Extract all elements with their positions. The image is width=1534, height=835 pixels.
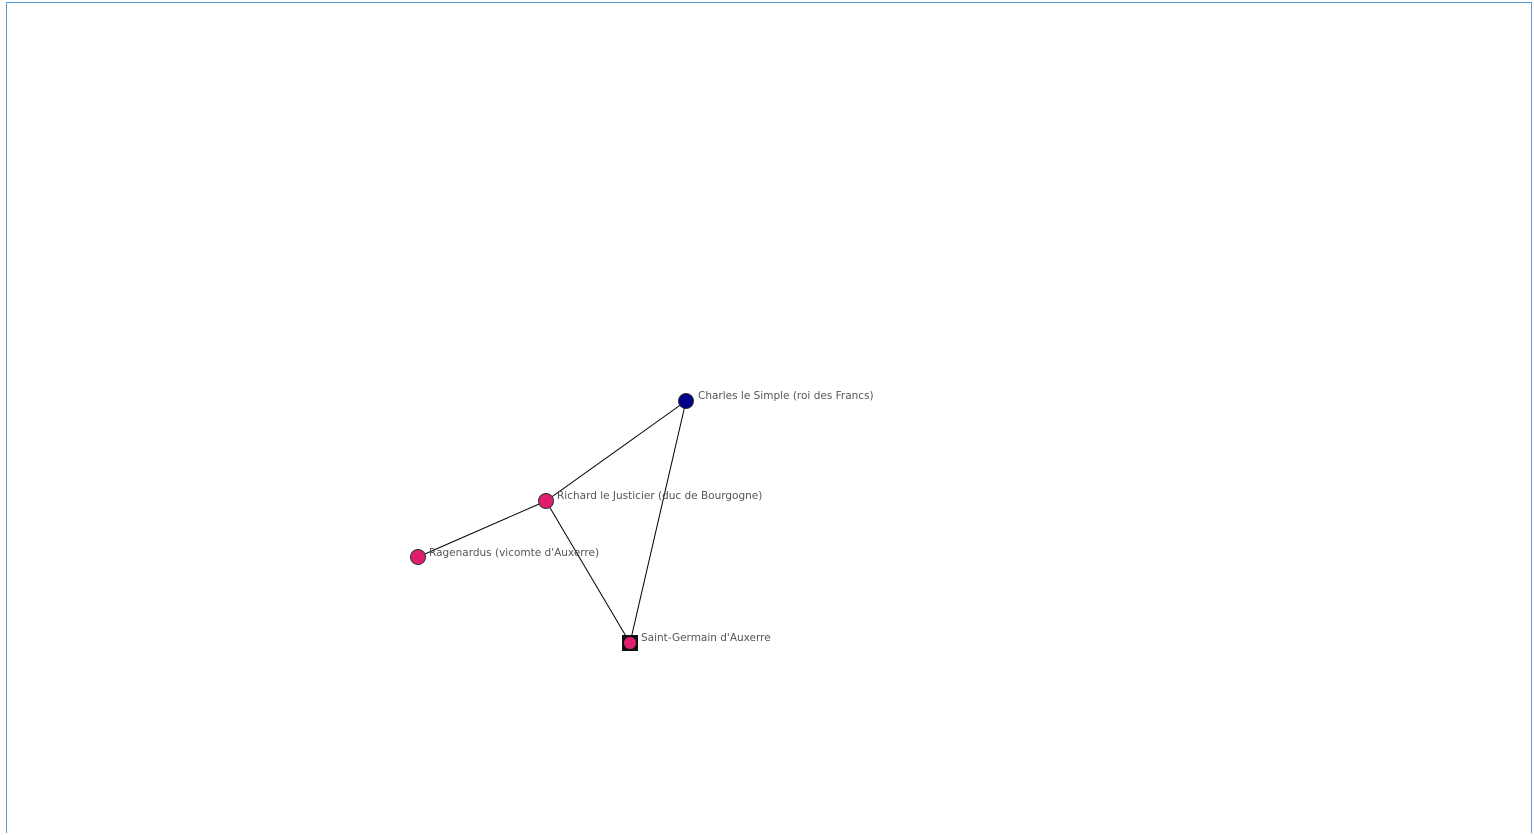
- node-charles-marker[interactable]: [678, 393, 694, 409]
- edge-charles-richard: [545, 400, 687, 502]
- network-graph: Charles le Simple (roi des Francs) Richa…: [410, 390, 874, 651]
- node-saint-germain[interactable]: Saint-Germain d'Auxerre: [622, 632, 771, 651]
- node-charles[interactable]: Charles le Simple (roi des Francs): [678, 390, 874, 409]
- node-saint-germain-label: Saint-Germain d'Auxerre: [641, 632, 771, 644]
- node-ragenardus-marker[interactable]: [410, 549, 426, 565]
- edge-charles-saint-germain: [629, 400, 687, 644]
- edge-richard-saint-germain: [545, 500, 631, 644]
- node-ragenardus[interactable]: Ragenardus (vicomte d'Auxerre): [410, 547, 600, 565]
- node-saint-germain-marker[interactable]: [624, 637, 636, 649]
- node-richard-marker[interactable]: [538, 493, 554, 509]
- node-richard[interactable]: Richard le Justicier (duc de Bourgogne): [538, 490, 763, 509]
- node-richard-label: Richard le Justicier (duc de Bourgogne): [557, 490, 762, 502]
- node-ragenardus-label: Ragenardus (vicomte d'Auxerre): [429, 547, 599, 559]
- node-charles-label: Charles le Simple (roi des Francs): [698, 390, 874, 402]
